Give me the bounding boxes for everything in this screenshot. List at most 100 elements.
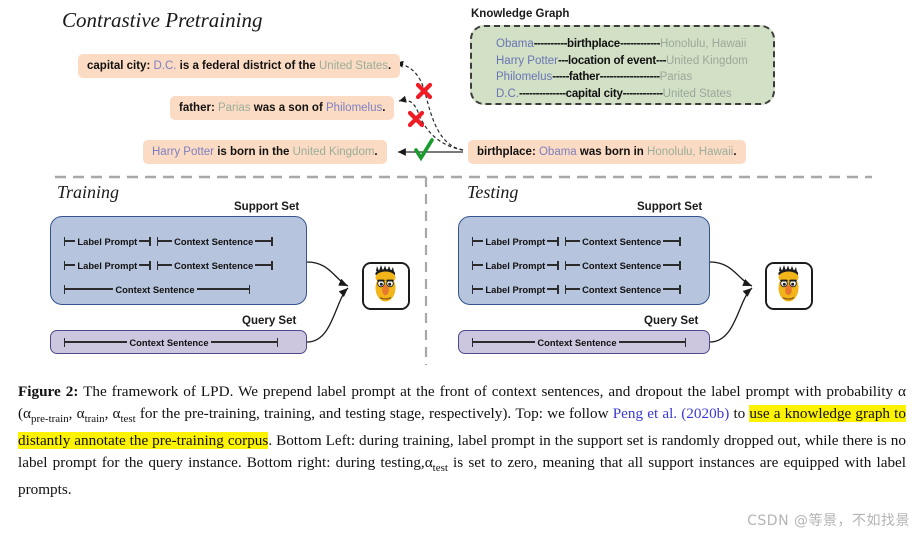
sentence-entity-tail: United States: [319, 60, 389, 72]
kg-edge-dash-right: ------------: [619, 38, 660, 50]
sentence-box-harry-potter: Harry Potter is born in the United Kingd…: [143, 140, 387, 164]
context-sentence-segment: Context Sentence: [472, 335, 686, 349]
sentence-relation-label: father:: [179, 102, 215, 114]
caption-text: , α: [104, 404, 121, 422]
sentence-entity-tail: Parias: [214, 102, 251, 114]
context-sentence-label: Context Sentence: [582, 259, 662, 271]
segment-end-cap: [557, 284, 559, 294]
segment-end-cap: [149, 236, 151, 246]
context-sentence-label: Context Sentence: [537, 336, 617, 348]
segment-rule: [663, 240, 680, 242]
segment-rule: [663, 288, 680, 290]
training-support-row: Label Prompt Context Sentence: [64, 258, 273, 272]
caption-citation-link[interactable]: Peng et al. (2020b): [613, 405, 730, 422]
segment-rule: [65, 288, 114, 290]
sentence-relation-label: capital city:: [87, 60, 151, 72]
bert-avatar-icon-testing: [765, 262, 813, 310]
context-sentence-segment: Context Sentence: [564, 234, 681, 248]
kg-head-entity: D.C.: [496, 87, 519, 100]
caption-subscript: test: [120, 412, 136, 425]
caption-text: to: [729, 404, 750, 422]
segment-rule: [139, 240, 150, 242]
caption-subscript: test: [432, 461, 448, 474]
training-flow-arrows: [306, 261, 349, 343]
segment-end-cap: [149, 260, 151, 270]
kg-relation: capital city: [565, 87, 623, 100]
segment-end-cap: [557, 236, 559, 246]
segment-rule: [547, 288, 558, 290]
segment-rule: [255, 240, 272, 242]
sentence-box-birthplace: birthplace: Obama was born in Honolulu, …: [468, 140, 746, 164]
segment-end-cap: [679, 236, 681, 246]
label-prompt-label: Label Prompt: [485, 259, 546, 271]
segment-rule: [196, 288, 249, 290]
sentence-text: is born in the: [214, 146, 293, 158]
segment-end-cap: [679, 284, 681, 294]
kg-tail-entity: United Kingdom: [665, 54, 748, 67]
kg-edge-dash-left: -----: [552, 71, 569, 83]
testing-support-row: Label Prompt Context Sentence: [472, 282, 681, 296]
training-support-set-label: Support Set: [234, 201, 300, 213]
kg-edge-dash-right: ---: [655, 54, 667, 67]
context-sentence-label: Context Sentence: [174, 259, 254, 271]
sentence-relation-label: birthplace:: [477, 146, 536, 158]
segment-rule: [473, 264, 484, 266]
sentence-box-capital-city: capital city: D.C. is a federal district…: [78, 54, 401, 78]
segment-end-cap: [248, 284, 250, 294]
segment-rule: [566, 288, 581, 290]
training-query-row: Context Sentence: [64, 335, 278, 349]
section-title-testing: Testing: [467, 182, 519, 202]
knowledge-graph-triple: Harry Potter---location of event---Unite…: [496, 53, 776, 70]
caption-text: , α: [68, 404, 85, 422]
segment-rule: [65, 264, 76, 266]
label-prompt-segment: Label Prompt: [472, 282, 559, 296]
kg-relation: birthplace: [567, 38, 620, 50]
knowledge-graph-triples: Obama----------birthplace------------Hon…: [496, 36, 776, 102]
caption-prefix: Figure 2:: [18, 383, 79, 400]
cross-mark-icon-2: [407, 110, 425, 128]
knowledge-graph-triple: Philomelus-----father------------------P…: [496, 69, 776, 86]
label-prompt-segment: Label Prompt: [472, 258, 559, 272]
label-prompt-label: Label Prompt: [485, 283, 546, 295]
kg-edge-dash-left: --------------: [519, 87, 566, 100]
kg-tail-entity: Honolulu, Hawaii: [659, 38, 747, 50]
context-sentence-label: Context Sentence: [174, 235, 254, 247]
segment-end-cap: [276, 337, 278, 347]
kg-head-entity: Philomelus: [496, 71, 553, 83]
segment-rule: [158, 264, 173, 266]
label-prompt-segment: Label Prompt: [64, 234, 151, 248]
knowledge-graph-triple: Obama----------birthplace------------Hon…: [496, 36, 776, 53]
testing-query-set-label: Query Set: [644, 315, 699, 327]
sentence-text: was born in: [576, 146, 648, 158]
contrastive-negative-arrows: [395, 60, 464, 151]
segment-rule: [210, 341, 277, 343]
context-sentence-label: Context Sentence: [582, 235, 662, 247]
context-sentence-label: Context Sentence: [129, 336, 209, 348]
knowledge-graph-title: Knowledge Graph: [471, 8, 570, 20]
training-query-set-label: Query Set: [242, 315, 297, 327]
kg-relation: father: [568, 71, 600, 83]
kg-edge-dash-right: ------------------: [599, 71, 660, 83]
kg-edge-dash-left: ---: [558, 54, 569, 67]
knowledge-graph-triple: D.C.--------------capital city----------…: [496, 86, 776, 103]
kg-tail-entity: Parias: [659, 71, 693, 83]
sentence-entity-tail: Honolulu, Hawaii: [647, 146, 734, 158]
testing-flow-arrows: [709, 261, 753, 343]
context-sentence-segment: Context Sentence: [564, 258, 681, 272]
caption-subscript: train: [84, 412, 105, 425]
testing-query-row: Context Sentence: [472, 335, 686, 349]
sentence-text: was a son of: [250, 102, 326, 114]
sentence-text: is a federal district of the: [176, 60, 319, 72]
sentence-entity-head: D.C.: [150, 60, 177, 72]
kg-edge-dash-right: ------------: [622, 87, 663, 100]
label-prompt-segment: Label Prompt: [472, 234, 559, 248]
sentence-box-father: father: Parias was a son of Philomelus.: [170, 96, 395, 120]
context-sentence-segment: Context Sentence: [64, 282, 250, 296]
section-title-contrastive-pretraining: Contrastive Pretraining: [62, 8, 263, 32]
section-title-training: Training: [57, 182, 120, 202]
sentence-entity-head: Harry Potter: [152, 146, 214, 158]
segment-rule: [473, 288, 484, 290]
cross-mark-icon-1: [415, 82, 433, 100]
sentence-text: .: [382, 102, 386, 114]
label-prompt-label: Label Prompt: [485, 235, 546, 247]
